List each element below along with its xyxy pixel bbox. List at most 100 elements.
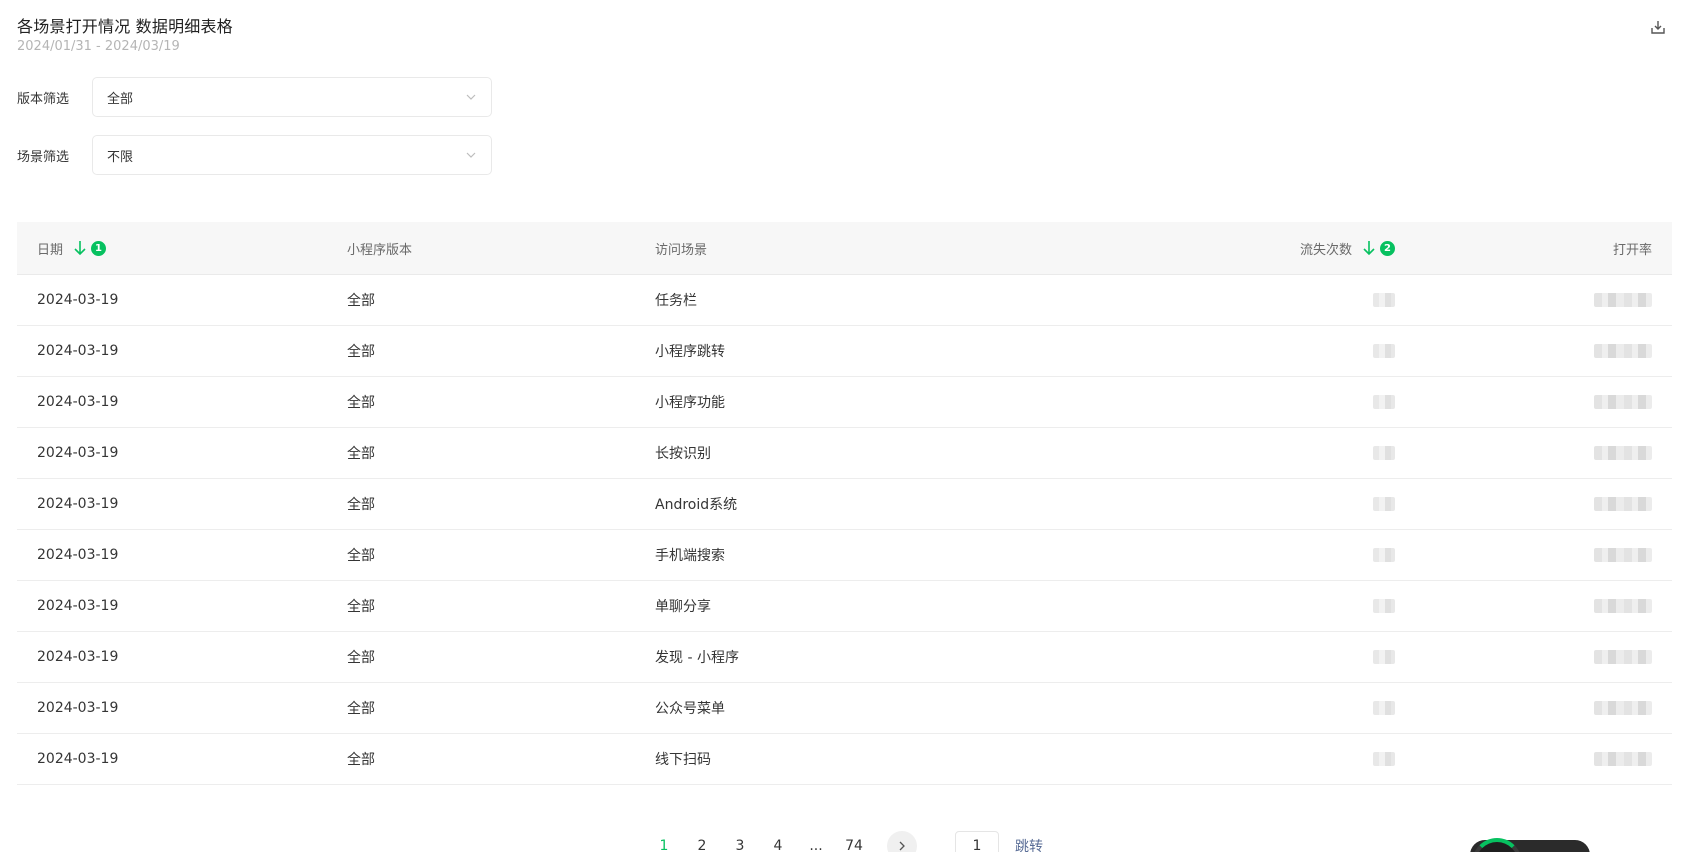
cell-open-rate (1395, 650, 1672, 664)
cell-open-rate (1395, 599, 1672, 613)
cell-version: 全部 (347, 497, 375, 513)
redacted-value (1373, 446, 1395, 460)
table-row: 2024-03-19 全部 Android系统 (17, 479, 1672, 530)
scene-filter-label: 场景筛选 (17, 149, 70, 165)
page-button[interactable]: 2 (683, 838, 721, 852)
redacted-value (1594, 395, 1652, 409)
cell-loss (1075, 548, 1395, 562)
scene-filter-row: 场景筛选 不限 (17, 135, 492, 175)
table-body: 2024-03-19 全部 任务栏 2024-03-19 全部 小程序跳转 2024-03-… (17, 275, 1672, 785)
arrow-down-icon (74, 241, 86, 256)
cell-version: 全部 (347, 599, 375, 615)
cell-loss (1075, 344, 1395, 358)
cell-loss (1075, 599, 1395, 613)
cell-date: 2024-03-19 (37, 292, 119, 308)
table-row: 2024-03-19 全部 小程序跳转 (17, 326, 1672, 377)
download-icon (1651, 21, 1665, 34)
cell-open-rate (1395, 548, 1672, 562)
version-filter-row: 版本筛选 全部 (17, 77, 492, 117)
table-row: 2024-03-19 全部 单聊分享 (17, 581, 1672, 632)
cell-loss (1075, 446, 1395, 460)
cell-loss (1075, 650, 1395, 664)
table-header: 日期 1 小程序版本 访问场景 流失次数 2 打开率 (17, 222, 1672, 275)
page-button[interactable]: 74 (835, 838, 873, 852)
scene-select[interactable]: 不限 (92, 135, 492, 175)
redacted-value (1373, 548, 1395, 562)
page-button[interactable]: 4 (759, 838, 797, 852)
redacted-value (1373, 395, 1395, 409)
cell-loss (1075, 395, 1395, 409)
version-filter-label: 版本筛选 (17, 91, 70, 107)
data-table: 日期 1 小程序版本 访问场景 流失次数 2 打开率 2024-03-19 全部… (17, 222, 1672, 785)
next-page-button[interactable] (887, 831, 917, 852)
sort-order-badge: 1 (91, 240, 107, 256)
arrow-down-icon (1363, 241, 1375, 256)
version-select[interactable]: 全部 (92, 77, 492, 117)
cell-version: 全部 (347, 344, 375, 360)
table-row: 2024-03-19 全部 线下扫码 (17, 734, 1672, 785)
redacted-value (1373, 344, 1395, 358)
cell-scene: 单聊分享 (655, 599, 711, 615)
page-jump-button[interactable]: 跳转 (1015, 836, 1043, 852)
cell-date: 2024-03-19 (37, 598, 119, 614)
cell-loss (1075, 293, 1395, 307)
redacted-value (1594, 701, 1652, 715)
cell-open-rate (1395, 752, 1672, 766)
column-header-version: 小程序版本 (347, 242, 413, 258)
table-row: 2024-03-19 全部 任务栏 (17, 275, 1672, 326)
sort-order-badge: 2 (1380, 240, 1395, 256)
cell-loss (1075, 752, 1395, 766)
cell-open-rate (1395, 344, 1672, 358)
export-button[interactable] (1648, 17, 1668, 37)
redacted-value (1373, 650, 1395, 664)
redacted-value (1594, 293, 1652, 307)
cell-open-rate (1395, 446, 1672, 460)
redacted-value (1594, 752, 1652, 766)
page-button[interactable]: 3 (721, 838, 759, 852)
cell-open-rate (1395, 701, 1672, 715)
cell-scene: 公众号菜单 (655, 701, 725, 717)
cell-version: 全部 (347, 650, 375, 666)
cell-version: 全部 (347, 701, 375, 717)
redacted-value (1373, 701, 1395, 715)
cell-date: 2024-03-19 (37, 751, 119, 767)
cell-date: 2024-03-19 (37, 547, 119, 563)
cell-scene: 小程序功能 (655, 395, 725, 411)
redacted-value (1373, 497, 1395, 511)
redacted-value (1594, 599, 1652, 613)
page-jump-input[interactable] (955, 831, 999, 852)
scene-select-value: 不限 (107, 149, 134, 165)
cell-date: 2024-03-19 (37, 496, 119, 512)
table-row: 2024-03-19 全部 小程序功能 (17, 377, 1672, 428)
cell-scene: 线下扫码 (655, 752, 711, 768)
version-select-value: 全部 (107, 91, 134, 107)
cell-loss (1075, 497, 1395, 511)
cell-loss (1075, 701, 1395, 715)
column-header-loss[interactable]: 流失次数 2 (1075, 239, 1395, 258)
redacted-value (1594, 548, 1652, 562)
loss-sort-indicator: 2 (1362, 240, 1395, 256)
table-row: 2024-03-19 全部 手机端搜索 (17, 530, 1672, 581)
redacted-value (1373, 599, 1395, 613)
column-header-open-rate[interactable]: 打开率 (1395, 239, 1672, 258)
table-row: 2024-03-19 全部 发现 - 小程序 (17, 632, 1672, 683)
chevron-right-icon (899, 841, 905, 851)
column-header-date[interactable]: 日期 1 (17, 239, 347, 258)
column-header-scene: 访问场景 (655, 242, 708, 258)
cell-date: 2024-03-19 (37, 700, 119, 716)
cell-open-rate (1395, 395, 1672, 409)
redacted-value (1594, 344, 1652, 358)
pagination: 1 2 3 4 ... 74 跳转 (645, 831, 1043, 852)
page-button[interactable]: 1 (645, 838, 683, 852)
redacted-value (1373, 293, 1395, 307)
cell-version: 全部 (347, 446, 375, 462)
column-header-loss-label: 流失次数 (1299, 242, 1352, 258)
date-sort-indicator: 1 (73, 240, 107, 256)
cell-date: 2024-03-19 (37, 649, 119, 665)
cell-scene: 任务栏 (655, 293, 697, 309)
cell-scene: 长按识别 (655, 446, 711, 462)
cell-scene: 手机端搜索 (655, 548, 725, 564)
cell-version: 全部 (347, 293, 375, 309)
cell-scene: 小程序跳转 (655, 344, 725, 360)
page-ellipsis: ... (809, 838, 823, 852)
